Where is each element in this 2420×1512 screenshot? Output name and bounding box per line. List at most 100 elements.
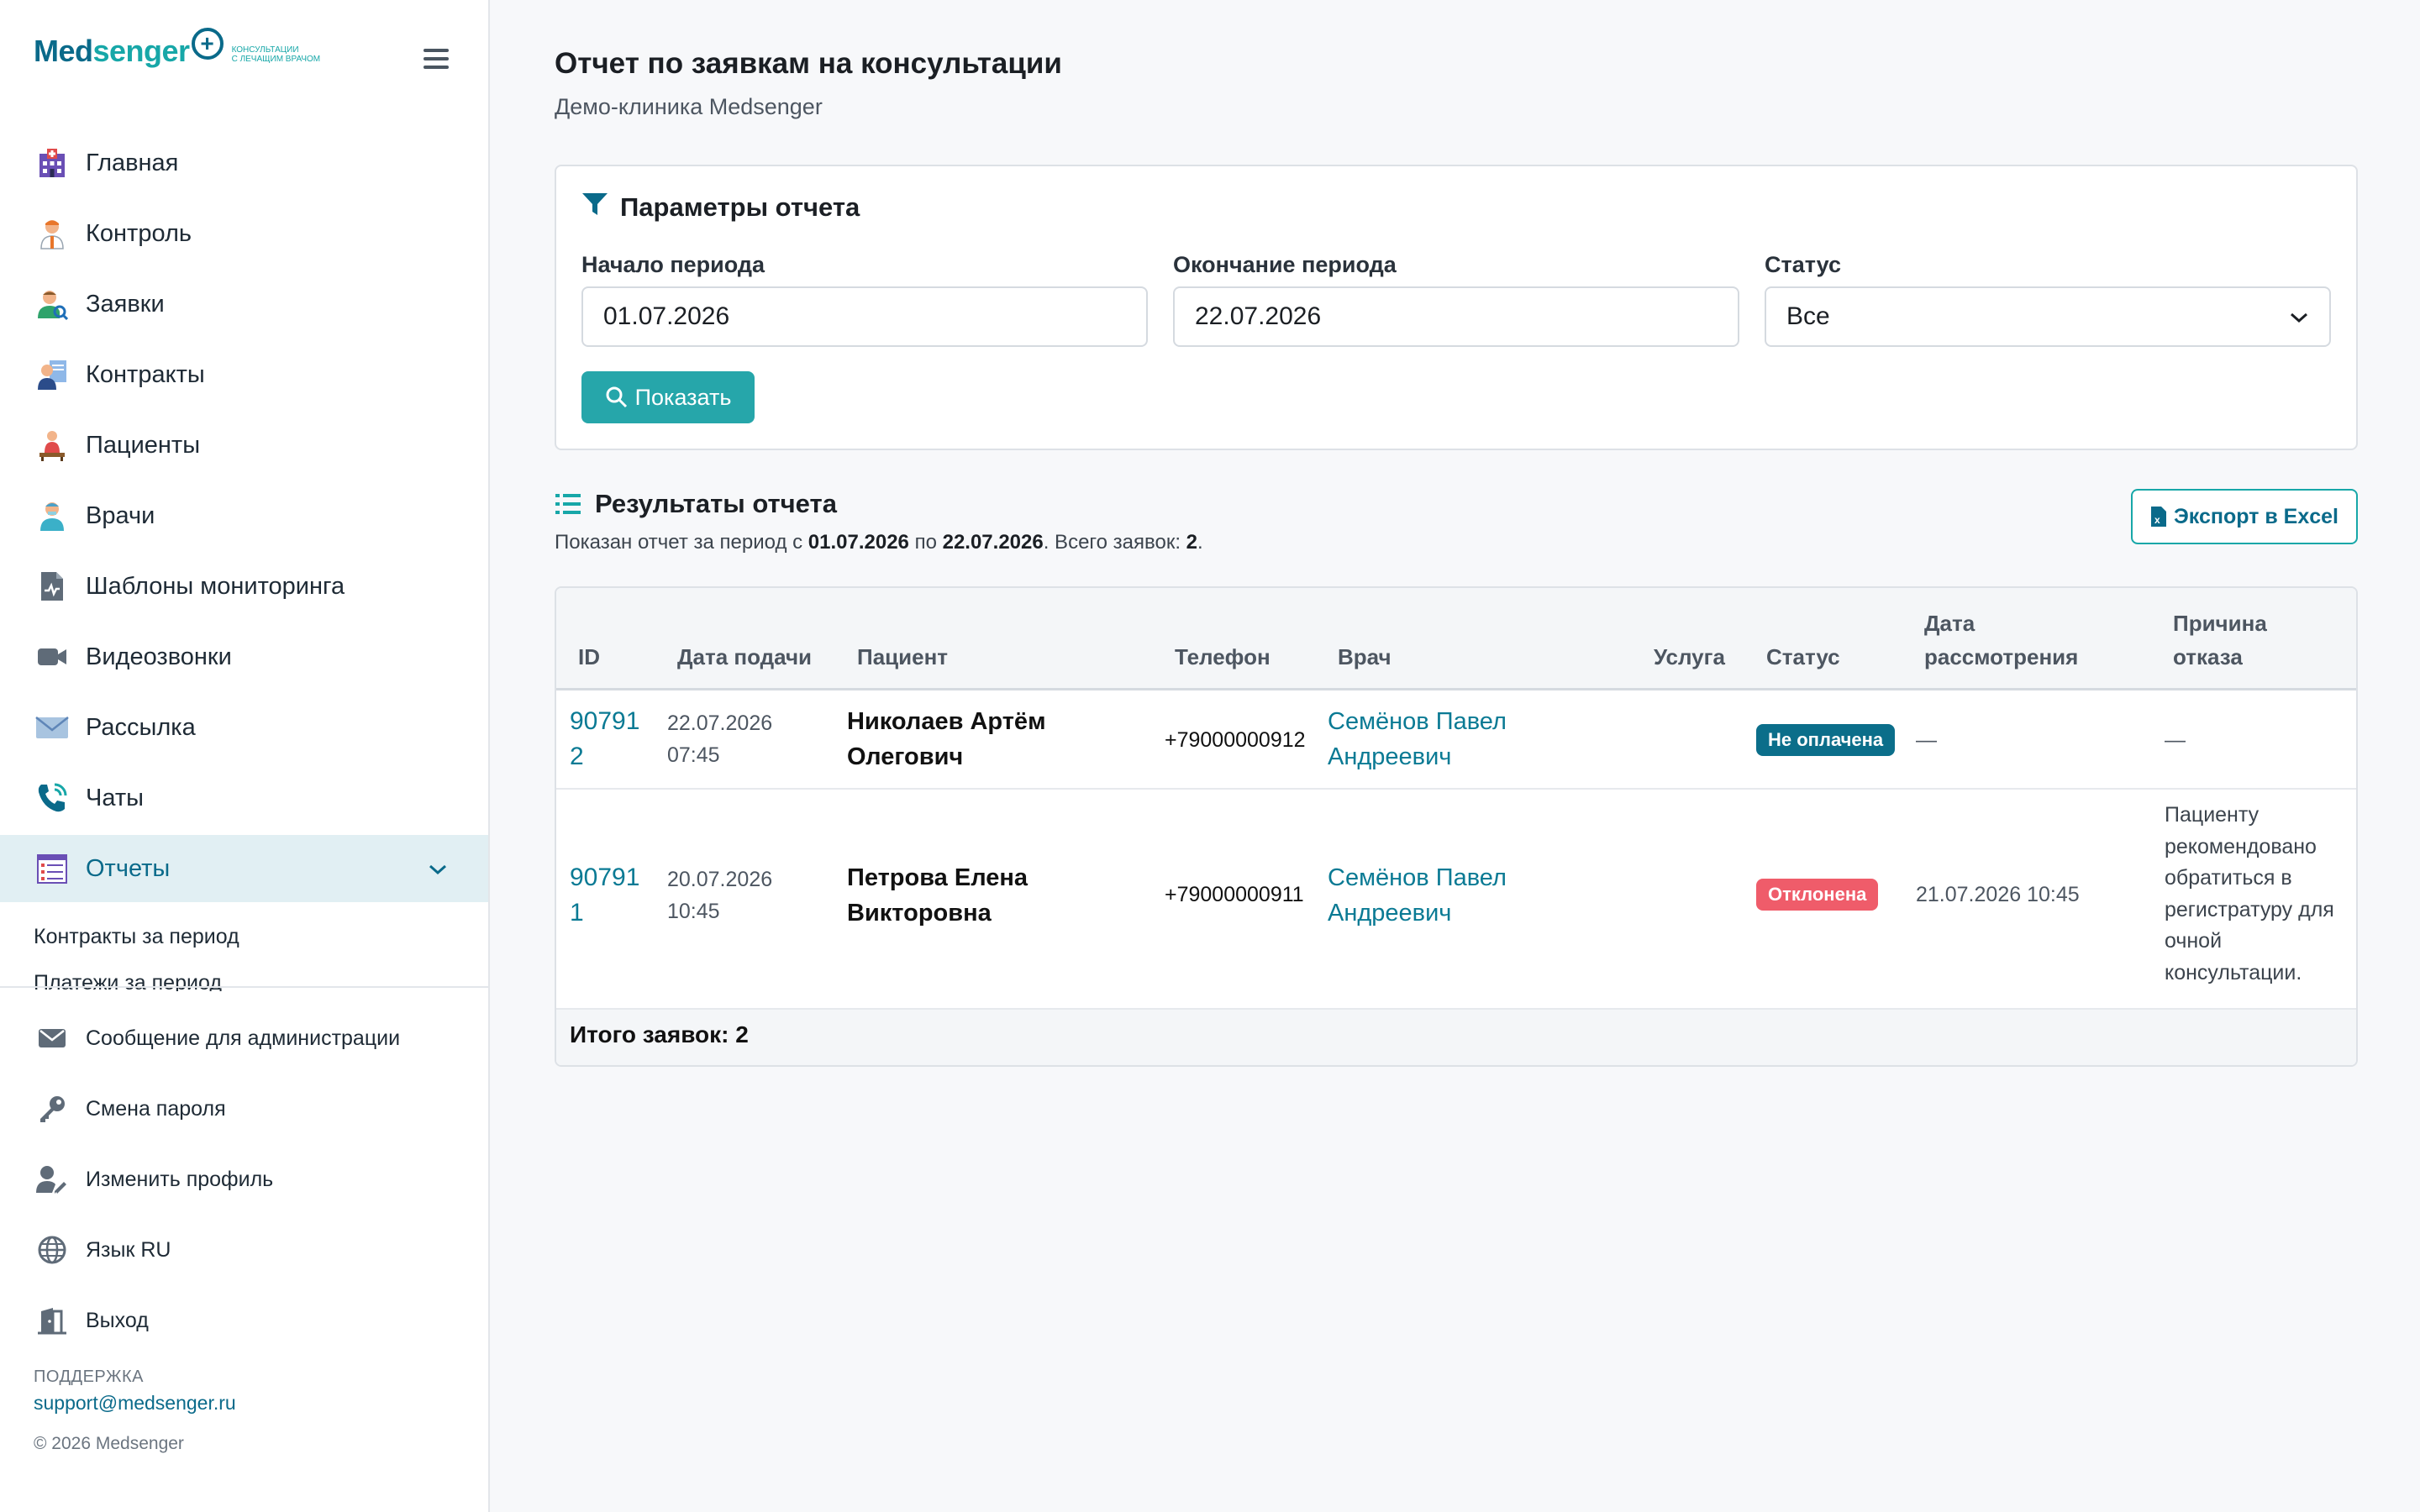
sidebar-item-monitoring-templates[interactable]: Шаблоны мониторинга — [0, 551, 488, 622]
show-button[interactable]: Показать — [581, 371, 755, 423]
status-field: Статус Все — [1765, 252, 2331, 347]
excel-file-icon: x — [2150, 506, 2167, 528]
sidebar-item-contracts[interactable]: Контракты — [0, 339, 488, 410]
filter-icon — [581, 192, 608, 223]
physician-icon — [35, 499, 69, 533]
submit-date: 22.07.2026 07:45 — [667, 711, 773, 767]
sidebar-item-language[interactable]: Язык RU — [0, 1215, 488, 1285]
sidebar-item-patients[interactable]: Пациенты — [0, 410, 488, 480]
video-camera-icon — [35, 640, 69, 674]
reject-reason: Пациенту рекомендовано обратиться в регистр… — [2165, 803, 2334, 984]
sidebar-item-change-password[interactable]: Смена пароля — [0, 1074, 488, 1144]
doctor-link[interactable]: Семёнов Павел Андреевич — [1328, 704, 1507, 774]
sidebar-item-label: Видеозвонки — [86, 643, 232, 670]
support-block: ПОДДЕРЖКА support@medsenger.ru — [34, 1368, 236, 1415]
sidebar-item-reports[interactable]: Отчеты — [0, 835, 488, 902]
report-params-card: Параметры отчета Начало периода 01.07.20… — [555, 165, 2358, 450]
th-doctor[interactable]: Врач — [1338, 640, 1392, 674]
sidebar-item-label: Изменить профиль — [86, 1167, 274, 1191]
logo-wordmark: Medsenger — [34, 34, 190, 68]
status-select-value: Все — [1786, 302, 1830, 330]
doctor-link[interactable]: Семёнов Павел Андреевич — [1328, 860, 1507, 931]
th-service[interactable]: Услуга — [1654, 640, 1725, 674]
start-period-field: Начало периода 01.07.2026 — [581, 252, 1148, 347]
start-period-input[interactable]: 01.07.2026 — [581, 286, 1148, 347]
sidebar-item-label: Главная — [86, 149, 179, 176]
results-title: Результаты отчета — [555, 489, 837, 519]
sidebar-item-doctors[interactable]: Врачи — [0, 480, 488, 551]
sidebar-item-label: Чаты — [86, 784, 144, 811]
sidebar-item-mailing[interactable]: Рассылка — [0, 692, 488, 763]
sidebar-item-home[interactable]: Главная — [0, 128, 488, 198]
sidebar-item-label: Контракты — [86, 360, 205, 388]
request-id-link[interactable]: 90791 1 — [570, 860, 639, 931]
th-id[interactable]: ID — [578, 640, 600, 674]
end-period-input[interactable]: 22.07.2026 — [1173, 286, 1739, 347]
sidebar-item-label: Выход — [86, 1308, 149, 1332]
logo-tagline: консультации с лечащим врачом — [231, 45, 321, 64]
sidebar-item-logout[interactable]: Выход — [0, 1285, 488, 1356]
sidebar-item-label: Сообщение для администрации — [86, 1026, 401, 1050]
status-badge: Не оплачена — [1756, 724, 1896, 756]
envelope-icon — [35, 1021, 69, 1055]
menu-toggle-icon[interactable] — [424, 49, 449, 69]
logo-plus-icon: + — [191, 28, 224, 60]
sidebar: Medsenger + консультации с лечащим врачом… — [0, 0, 490, 1512]
th-patient[interactable]: Пациент — [857, 640, 948, 674]
sidebar-item-control[interactable]: Контроль — [0, 198, 488, 269]
table-row: 90791 2 22.07.2026 07:45 Николаев Артём Оле… — [556, 690, 2356, 790]
th-review-date[interactable]: Дата рассмотрения — [1924, 606, 2078, 674]
th-status[interactable]: Статус — [1766, 640, 1840, 674]
sidebar-divider — [0, 986, 488, 988]
phone-chat-icon — [35, 781, 69, 815]
globe-icon — [35, 1233, 69, 1267]
key-icon — [35, 1092, 69, 1126]
support-label: ПОДДЕРЖКА — [34, 1368, 144, 1386]
sidebar-subitem-contracts-period[interactable]: Контракты за период — [0, 902, 488, 971]
contract-icon — [35, 358, 69, 391]
th-reason[interactable]: Причина отказа — [2173, 606, 2267, 674]
th-date[interactable]: Дата подачи — [677, 640, 812, 674]
patient-icon — [35, 428, 69, 462]
table-footer: Итого заявок: 2 — [556, 1008, 2356, 1065]
sidebar-item-label: Врачи — [86, 501, 155, 529]
logo[interactable]: Medsenger + консультации с лечащим врачом — [34, 28, 321, 69]
user-search-icon — [35, 287, 69, 321]
page-title: Отчет по заявкам на консультации — [555, 47, 1062, 80]
sidebar-item-label: Контроль — [86, 219, 192, 247]
sidebar-item-admin-message[interactable]: Сообщение для администрации — [0, 1003, 488, 1074]
request-id-link[interactable]: 90791 2 — [570, 704, 639, 774]
sidebar-item-requests[interactable]: Заявки — [0, 269, 488, 339]
sidebar-item-edit-profile[interactable]: Изменить профиль — [0, 1144, 488, 1215]
hospital-icon — [35, 146, 69, 180]
table-header: ID Дата подачи Пациент Телефон Врач Услу… — [556, 588, 2356, 690]
support-email-link[interactable]: support@medsenger.ru — [34, 1392, 236, 1415]
copyright: © 2026 Medsenger — [34, 1434, 184, 1453]
sidebar-subitem-payments-period[interactable]: Платежи за период — [0, 971, 488, 991]
submit-date: 20.07.2026 10:45 — [667, 868, 773, 923]
th-phone[interactable]: Телефон — [1175, 640, 1270, 674]
start-period-label: Начало периода — [581, 252, 765, 277]
patient-name: Петрова Елена Викторовна — [847, 864, 1028, 927]
sidebar-item-chats[interactable]: Чаты — [0, 763, 488, 833]
export-excel-button[interactable]: x Экспорт в Excel — [2131, 489, 2358, 544]
sidebar-item-label: Рассылка — [86, 713, 196, 741]
exit-door-icon — [35, 1304, 69, 1337]
sidebar-nav: Главная Контроль Заявки Контракты Пациен… — [0, 128, 488, 991]
sidebar-item-label: Шаблоны мониторинга — [86, 572, 345, 600]
chevron-down-icon[interactable] — [428, 856, 448, 882]
sidebar-item-video-calls[interactable]: Видеозвонки — [0, 622, 488, 692]
svg-text:x: x — [2154, 514, 2160, 526]
sidebar-bottom-nav: Сообщение для администрации Смена пароля… — [0, 1003, 488, 1356]
sidebar-item-label: Отчеты — [86, 854, 171, 882]
status-select[interactable]: Все — [1765, 286, 2331, 347]
sidebar-item-label: Заявки — [86, 290, 165, 318]
status-badge: Отклонена — [1756, 879, 1879, 911]
table-row: 90791 1 20.07.2026 10:45 Петрова Елена Викт… — [556, 790, 2356, 1008]
patient-phone: +79000000911 — [1165, 883, 1304, 906]
sidebar-item-label: Язык RU — [86, 1237, 171, 1262]
reject-reason: — — [2165, 728, 2186, 752]
envelope-icon — [35, 711, 69, 744]
status-label: Статус — [1765, 252, 1841, 277]
review-date: — — [1916, 728, 1937, 752]
